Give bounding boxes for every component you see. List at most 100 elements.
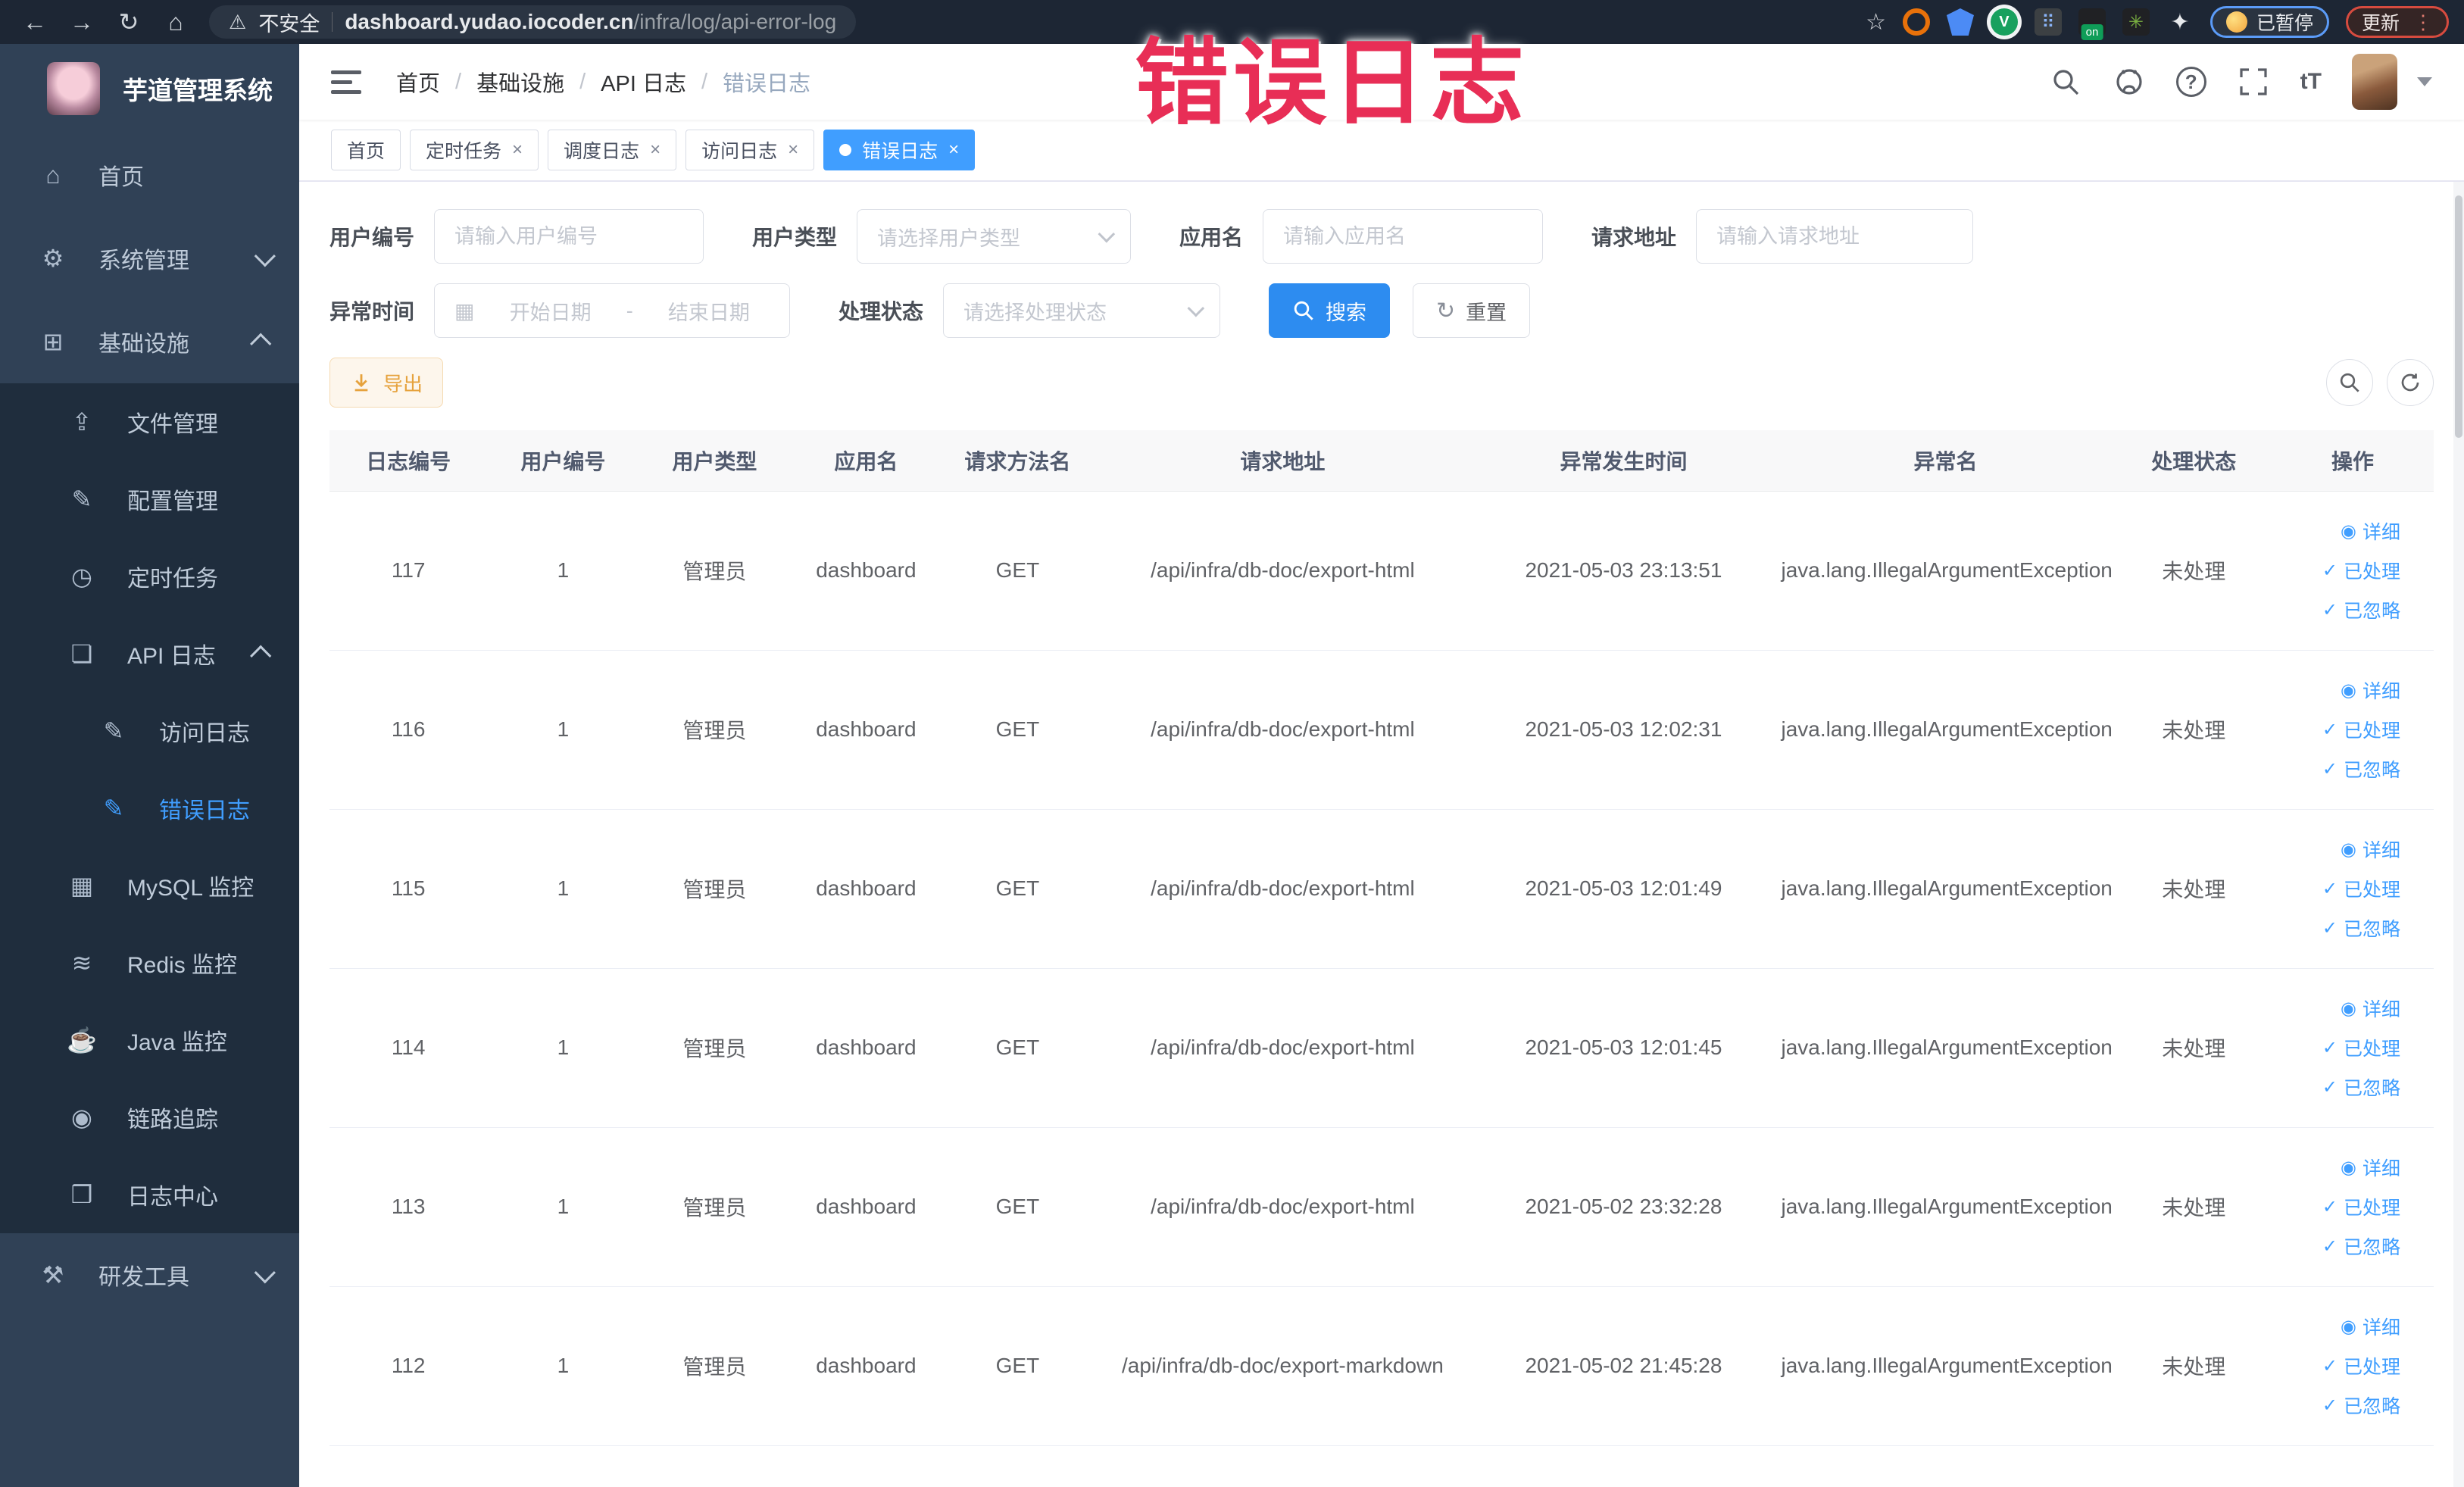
toggle-search-button[interactable]	[2326, 359, 2373, 406]
sidebar-item-config-management[interactable]: ✎ 配置管理	[0, 461, 299, 538]
sidebar-item-label: 配置管理	[127, 489, 218, 514]
app-logo-row[interactable]: 芋道管理系统	[0, 44, 299, 133]
close-icon[interactable]: ×	[650, 139, 661, 161]
tab-定时任务[interactable]: 定时任务 ×	[410, 130, 539, 170]
sidebar-item-label: 系统管理	[98, 248, 189, 273]
export-button[interactable]: 导出	[329, 358, 444, 408]
sidebar-item-label: Java 监控	[127, 1030, 227, 1055]
cell-url: /api/infra/db-doc/export-html	[1093, 809, 1472, 969]
cell-user_type: 管理员	[639, 809, 791, 969]
process-status-select[interactable]: 请选择处理状态	[943, 283, 1221, 338]
action-ignored-link[interactable]: ✓ 已忽略	[2322, 755, 2400, 783]
action-detail-link[interactable]: ◉ 详细	[2341, 836, 2400, 863]
extension-green-v-icon[interactable]: V	[1990, 8, 2018, 36]
breadcrumb-item-home[interactable]: 首页	[396, 66, 440, 98]
monkey-face-icon	[2225, 11, 2247, 33]
action-processed-link[interactable]: ✓ 已处理	[2322, 1193, 2400, 1220]
reload-icon[interactable]: ↻	[109, 8, 148, 36]
action-detail-link[interactable]: ◉ 详细	[2341, 995, 2400, 1022]
action-processed-link[interactable]: ✓ 已处理	[2322, 875, 2400, 902]
app-name-input[interactable]	[1263, 209, 1544, 264]
tab-首页[interactable]: 首页	[331, 130, 401, 170]
sidebar-item-scheduled-jobs[interactable]: ◷ 定时任务	[0, 538, 299, 615]
sidebar-item-trace[interactable]: ◉ 链路追踪	[0, 1079, 299, 1156]
check-icon: ✓	[2322, 917, 2338, 939]
sidebar-item-java-monitor[interactable]: ☕ Java 监控	[0, 1001, 299, 1079]
gear-icon: ⚙	[42, 245, 64, 272]
action-ignored-link[interactable]: ✓ 已忽略	[2322, 1073, 2400, 1101]
address-bar[interactable]: ⚠ 不安全 dashboard.yudao.iocoder.cn/infra/l…	[209, 5, 857, 39]
action-ignored-link[interactable]: ✓ 已忽略	[2322, 914, 2400, 942]
breadcrumb-item-api-log[interactable]: API 日志	[601, 66, 686, 98]
user-type-select[interactable]: 请选择用户类型	[857, 209, 1132, 264]
user-id-input[interactable]	[434, 209, 704, 264]
close-icon[interactable]: ×	[512, 139, 523, 161]
exception-time-range-picker[interactable]: ▦ 开始日期 - 结束日期	[434, 283, 791, 338]
sidebar-item-redis-monitor[interactable]: ≋ Redis 监控	[0, 924, 299, 1001]
back-icon[interactable]: ←	[15, 8, 55, 36]
extension-puzzle-icon[interactable]: ✦	[2166, 8, 2194, 36]
bookmark-star-icon[interactable]: ☆	[1866, 9, 1886, 36]
not-secure-warning-icon[interactable]: ⚠	[229, 11, 246, 34]
help-icon[interactable]: ?	[2175, 67, 2206, 97]
action-processed-link[interactable]: ✓ 已处理	[2322, 557, 2400, 584]
chevron-down-icon[interactable]	[2417, 77, 2432, 86]
extension-blue-shield-icon[interactable]	[1946, 8, 1974, 36]
scrollbar-thumb[interactable]	[2455, 195, 2462, 438]
tab-错误日志[interactable]: 错误日志 ×	[823, 130, 976, 170]
sidebar-item-dev-tools[interactable]: ⚒ 研发工具	[0, 1233, 299, 1317]
cell-exception: java.lang.IllegalArgumentException	[1775, 968, 2116, 1128]
user-avatar[interactable]	[2352, 54, 2397, 110]
sidebar-item-access-log[interactable]: ✎ 访问日志	[0, 692, 299, 770]
refresh-table-button[interactable]	[2387, 359, 2434, 406]
table-row: 115 1 管理员 dashboard GET/api/infra/db-doc/exp…	[329, 809, 2434, 969]
forward-icon[interactable]: →	[62, 8, 101, 36]
cell-status: 未处理	[2116, 1127, 2272, 1287]
tab-调度日志[interactable]: 调度日志 ×	[548, 130, 677, 170]
fullscreen-icon[interactable]	[2237, 65, 2270, 98]
breadcrumb-item-infrastructure[interactable]: 基础设施	[476, 66, 564, 98]
request-url-input[interactable]	[1696, 209, 1974, 264]
update-browser-button[interactable]: 更新 ⋮	[2345, 6, 2449, 38]
action-processed-link[interactable]: ✓ 已处理	[2322, 1034, 2400, 1061]
action-detail-link[interactable]: ◉ 详细	[2341, 1154, 2400, 1181]
search-icon[interactable]	[2049, 65, 2082, 98]
sidebar-item-error-log[interactable]: ✎ 错误日志	[0, 770, 299, 847]
page-scrollbar[interactable]	[2453, 44, 2464, 1487]
sidebar-item-home[interactable]: ⌂ 首页	[0, 133, 299, 217]
action-processed-link[interactable]: ✓ 已处理	[2322, 1352, 2400, 1379]
url-host: dashboard.yudao.iocoder.cn	[345, 10, 634, 33]
action-label: 详细	[2362, 1158, 2400, 1179]
close-icon[interactable]: ×	[788, 139, 798, 161]
action-ignored-link[interactable]: ✓ 已忽略	[2322, 1392, 2400, 1419]
reset-button[interactable]: ↻ 重置	[1413, 283, 1531, 338]
font-size-icon[interactable]: tT	[2300, 69, 2322, 95]
paused-extension-pill[interactable]: 已暂停	[2209, 6, 2329, 38]
cell-actions: ◉ 详细 ✓ 已处理 ✓ 已忽略	[2272, 491, 2434, 651]
extension-orange-ring-icon[interactable]	[1902, 8, 1930, 36]
chevron-down-icon	[254, 245, 276, 267]
action-ignored-link[interactable]: ✓ 已忽略	[2322, 596, 2400, 623]
home-icon[interactable]: ⌂	[156, 8, 195, 36]
collapse-sidebar-icon[interactable]	[331, 70, 361, 94]
sidebar-item-file-management[interactable]: ⇪ 文件管理	[0, 383, 299, 461]
extension-grid-icon[interactable]: ⠿	[2034, 8, 2062, 36]
sidebar-item-log-center[interactable]: ❒ 日志中心	[0, 1156, 299, 1233]
github-icon[interactable]	[2113, 65, 2146, 98]
action-detail-link[interactable]: ◉ 详细	[2341, 517, 2400, 545]
action-ignored-link[interactable]: ✓ 已忽略	[2322, 1232, 2400, 1260]
tab-访问日志[interactable]: 访问日志 ×	[685, 130, 815, 170]
kebab-menu-icon[interactable]: ⋮	[2413, 11, 2433, 34]
action-processed-link[interactable]: ✓ 已处理	[2322, 716, 2400, 743]
sidebar-item-label: API 日志	[127, 644, 216, 669]
sidebar-item-infrastructure[interactable]: ⊞ 基础设施	[0, 300, 299, 383]
action-detail-link[interactable]: ◉ 详细	[2341, 1313, 2400, 1340]
close-icon[interactable]: ×	[948, 139, 959, 161]
action-detail-link[interactable]: ◉ 详细	[2341, 676, 2400, 704]
sidebar-item-mysql-monitor[interactable]: ▦ MySQL 监控	[0, 847, 299, 924]
sidebar-item-system-management[interactable]: ⚙ 系统管理	[0, 217, 299, 300]
extension-switch-icon[interactable]: on	[2078, 8, 2106, 40]
extension-leaf-icon[interactable]: ✳	[2122, 8, 2150, 36]
search-button[interactable]: 搜索	[1269, 283, 1391, 338]
sidebar-item-api-log[interactable]: ❏ API 日志	[0, 615, 299, 692]
